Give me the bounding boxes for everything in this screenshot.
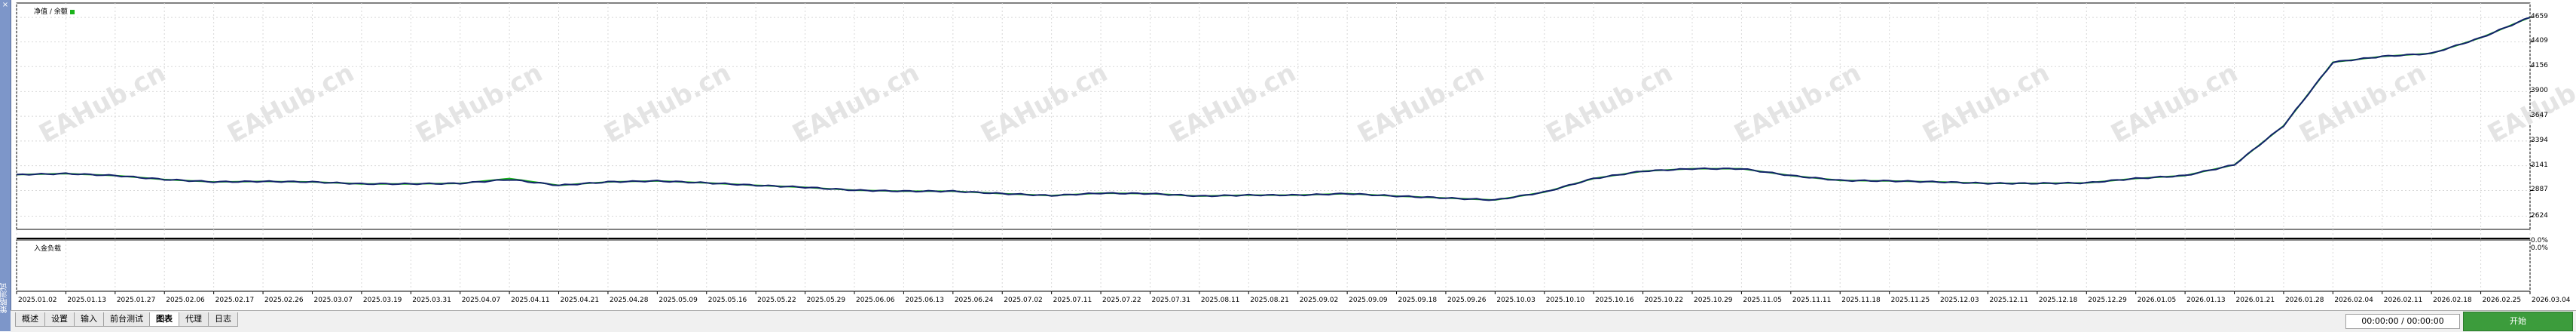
sub-tick-label: 0.0% — [2531, 237, 2548, 244]
x-tick-label: 2025.10.03 — [1496, 297, 1536, 304]
x-tick-label: 2025.11.25 — [1891, 297, 1930, 304]
x-tick-label: 2025.05.09 — [659, 297, 698, 304]
x-tick-label: 2025.10.22 — [1645, 297, 1684, 304]
x-tick-label: 2025.07.11 — [1053, 297, 1092, 304]
watermark-text: EAHub.cn — [34, 57, 170, 149]
tab-1[interactable]: 设置 — [44, 312, 75, 327]
y-tick-label: 3141 — [2531, 161, 2548, 169]
watermark-text: EAHub.cn — [2483, 57, 2576, 149]
x-tick-label: 2025.01.02 — [18, 297, 57, 304]
tab-2[interactable]: 输入 — [74, 312, 104, 327]
chart-legend: 净值 / 余额 — [34, 6, 75, 16]
x-tick-label: 2025.11.18 — [1841, 297, 1881, 304]
x-tick-label: 2025.10.10 — [1546, 297, 1585, 304]
x-tick-label: 2025.12.18 — [2039, 297, 2078, 304]
x-tick-label: 2026.01.28 — [2285, 297, 2324, 304]
tab-3[interactable]: 前台测试 — [103, 312, 150, 327]
x-tick-label: 2025.06.06 — [856, 297, 895, 304]
y-tick-label: 4409 — [2531, 37, 2548, 45]
tester-tab-bar: 概述 设置 输入 前台测试 图表 代理 日志 00:00:00 / 00:00:00 开始 — [11, 310, 2576, 332]
start-button[interactable]: 开始 — [2463, 312, 2573, 331]
tab-0[interactable]: 概述 — [15, 312, 45, 327]
x-tick-label: 2025.02.06 — [166, 297, 205, 304]
legend-text: 净值 / 余额 — [34, 8, 68, 16]
x-tick-label: 2025.02.26 — [264, 297, 304, 304]
watermark-text: EAHub.cn — [599, 57, 735, 149]
x-tick-label: 2025.04.07 — [462, 297, 501, 304]
chart-area[interactable]: 2025.01.02 2025.01.13 2025.01.27 2025.02.06… — [15, 0, 2576, 310]
watermark-text: EAHub.cn — [976, 57, 1112, 149]
x-tick-label: 2025.03.07 — [313, 297, 353, 304]
x-tick-label: 2026.02.18 — [2433, 297, 2472, 304]
x-tick-label: 2025.04.11 — [511, 297, 550, 304]
x-tick-label: 2025.04.28 — [610, 297, 649, 304]
tab-4[interactable]: 图表 — [149, 312, 179, 327]
tab-5[interactable]: 代理 — [179, 312, 209, 327]
x-tick-label: 2025.12.29 — [2088, 297, 2127, 304]
watermark-text: EAHub.cn — [2106, 57, 2242, 149]
sub-tick-label: 0.0% — [2531, 244, 2548, 252]
x-tick-label: 2025.01.13 — [67, 297, 106, 304]
watermark-text: EAHub.cn — [1541, 57, 1677, 149]
x-tick-label: 2025.05.22 — [757, 297, 796, 304]
x-tick-label: 2025.09.26 — [1447, 297, 1487, 304]
x-tick-label: 2025.12.11 — [1989, 297, 2028, 304]
y-tick-label: 3900 — [2531, 87, 2548, 95]
x-tick-label: 2026.02.25 — [2483, 297, 2522, 304]
x-tick-label: 2025.05.16 — [708, 297, 747, 304]
close-icon[interactable]: × — [1, 1, 10, 10]
y-tick-label: 3647 — [2531, 112, 2548, 120]
x-tick-label: 2025.12.03 — [1940, 297, 1979, 304]
x-tick-label: 2026.01.05 — [2137, 297, 2177, 304]
x-tick-label: 2025.06.24 — [955, 297, 994, 304]
y-tick-label: 2887 — [2531, 186, 2548, 194]
x-tick-label: 2025.10.16 — [1595, 297, 1634, 304]
x-tick-label: 2025.05.29 — [807, 297, 846, 304]
watermark-text: EAHub.cn — [2294, 57, 2431, 149]
x-tick-label: 2025.08.21 — [1250, 297, 1289, 304]
x-tick-label: 2025.07.31 — [1151, 297, 1190, 304]
y-tick-label: 2624 — [2531, 211, 2548, 220]
watermark-text: EAHub.cn — [1164, 57, 1300, 149]
x-tick-label: 2025.03.31 — [412, 297, 451, 304]
tab-6[interactable]: 日志 — [208, 312, 238, 327]
balance-swatch — [69, 9, 75, 14]
x-tick-label: 2025.08.11 — [1201, 297, 1240, 304]
x-tick-label: 2026.02.11 — [2384, 297, 2423, 304]
y-tick-label: 3394 — [2531, 136, 2548, 144]
x-tick-label: 2026.03.04 — [2532, 297, 2571, 304]
x-tick-label: 2025.07.02 — [1004, 297, 1043, 304]
equity-chart: 2025.01.02 2025.01.13 2025.01.27 2025.02.06… — [16, 2, 2576, 304]
x-tick-label: 2025.04.21 — [561, 297, 600, 304]
x-tick-label: 2025.06.13 — [905, 297, 944, 304]
x-tick-label: 2025.11.05 — [1743, 297, 1782, 304]
elapsed-time-field: 00:00:00 / 00:00:00 — [2345, 314, 2460, 329]
x-tick-label: 2025.09.02 — [1300, 297, 1339, 304]
x-tick-label: 2025.01.27 — [117, 297, 156, 304]
deposit-load-label: 入金负载 — [34, 245, 62, 253]
tab-list: 概述 设置 输入 前台测试 图表 代理 日志 — [15, 312, 238, 327]
sub-plot-frame — [16, 239, 2531, 292]
watermark-text: EAHub.cn — [1352, 57, 1489, 149]
x-tick-label: 2026.01.13 — [2186, 297, 2226, 304]
x-tick-label: 2026.02.04 — [2334, 297, 2373, 304]
x-tick-label: 2025.02.17 — [215, 297, 255, 304]
x-tick-label: 2025.11.11 — [1792, 297, 1832, 304]
watermark-text: EAHub.cn — [411, 57, 547, 149]
x-tick-label: 2025.09.18 — [1398, 297, 1438, 304]
watermark-text: EAHub.cn — [222, 57, 359, 149]
tester-title: 策略测试 — [1, 283, 9, 313]
y-tick-label: 4156 — [2531, 62, 2548, 70]
x-tick-label: 2026.01.21 — [2236, 297, 2275, 304]
x-tick-label: 2025.03.19 — [363, 297, 402, 304]
x-tick-label: 2025.09.09 — [1349, 297, 1388, 304]
tester-side-strip: × 策略测试 — [0, 0, 11, 331]
x-tick-label: 2025.10.29 — [1694, 297, 1733, 304]
y-tick-label: 4659 — [2531, 13, 2548, 21]
x-tick-label: 2025.07.22 — [1102, 297, 1141, 304]
watermark-text: EAHub.cn — [1729, 57, 1866, 149]
